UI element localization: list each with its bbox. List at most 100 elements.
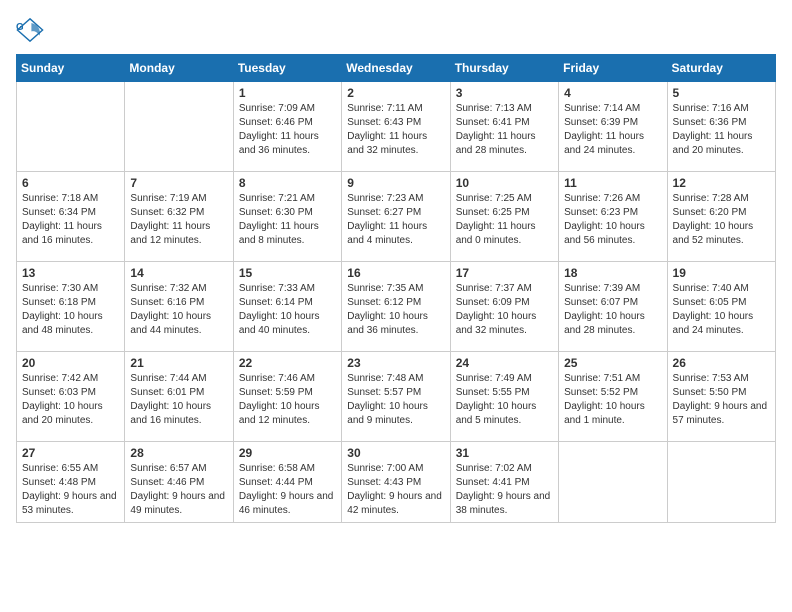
day-cell: 18 Sunrise: 7:39 AM Sunset: 6:07 PM Dayli… xyxy=(559,262,667,352)
day-number: 30 xyxy=(347,446,444,460)
day-info: Sunrise: 7:53 AM Sunset: 5:50 PM Dayligh… xyxy=(673,372,770,428)
day-number: 5 xyxy=(673,86,770,100)
day-number: 20 xyxy=(22,356,119,370)
day-cell: 11Sunrise: 7:26 AM Sunset: 6:23 PM Dayli… xyxy=(559,172,667,262)
day-info: Sunrise: 7:26 AM Sunset: 6:23 PM Dayligh… xyxy=(564,192,661,248)
day-cell: 4 Sunrise: 7:14 AM Sunset: 6:39 PM Daylig… xyxy=(559,82,667,172)
day-cell: 9Sunrise: 7:23 AM Sunset: 6:27 PM Daylig… xyxy=(342,172,450,262)
day-number: 1 xyxy=(239,86,336,100)
logo: G xyxy=(16,16,46,44)
day-cell xyxy=(667,442,775,523)
header-row: Sunday Monday Tuesday Wednesday Thursday… xyxy=(17,55,776,82)
day-cell: 26 Sunrise: 7:53 AM Sunset: 5:50 PM Dayli… xyxy=(667,352,775,442)
col-sunday: Sunday xyxy=(17,55,125,82)
day-info: Sunrise: 7:37 AM Sunset: 6:09 PM Dayligh… xyxy=(456,282,553,338)
day-cell: 21 Sunrise: 7:44 AM Sunset: 6:01 PM Dayli… xyxy=(125,352,233,442)
week-row-5: 27Sunrise: 6:55 AM Sunset: 4:48 PM Dayli… xyxy=(17,442,776,523)
day-info: Sunrise: 6:55 AM Sunset: 4:48 PM Dayligh… xyxy=(22,462,119,518)
col-wednesday: Wednesday xyxy=(342,55,450,82)
day-number: 24 xyxy=(456,356,553,370)
col-tuesday: Tuesday xyxy=(233,55,341,82)
day-cell: 7 Sunrise: 7:19 AM Sunset: 6:32 PM Daylig… xyxy=(125,172,233,262)
day-number: 28 xyxy=(130,446,227,460)
day-info: Sunrise: 7:18 AM Sunset: 6:34 PM Dayligh… xyxy=(22,192,119,248)
day-number: 15 xyxy=(239,266,336,280)
day-number: 22 xyxy=(239,356,336,370)
calendar-body: 1 Sunrise: 7:09 AM Sunset: 6:46 PM Daylig… xyxy=(17,82,776,523)
day-info: Sunrise: 7:35 AM Sunset: 6:12 PM Dayligh… xyxy=(347,282,444,338)
day-cell: 30Sunrise: 7:00 AM Sunset: 4:43 PM Dayli… xyxy=(342,442,450,523)
col-friday: Friday xyxy=(559,55,667,82)
day-number: 26 xyxy=(673,356,770,370)
day-cell: 14Sunrise: 7:32 AM Sunset: 6:16 PM Dayli… xyxy=(125,262,233,352)
day-cell: 29Sunrise: 6:58 AM Sunset: 4:44 PM Dayli… xyxy=(233,442,341,523)
day-info: Sunrise: 7:13 AM Sunset: 6:41 PM Dayligh… xyxy=(456,102,553,158)
day-cell: 5 Sunrise: 7:16 AM Sunset: 6:36 PM Daylig… xyxy=(667,82,775,172)
day-number: 16 xyxy=(347,266,444,280)
col-monday: Monday xyxy=(125,55,233,82)
logo-icon: G xyxy=(16,16,44,44)
day-cell: 24 Sunrise: 7:49 AM Sunset: 5:55 PM Dayli… xyxy=(450,352,558,442)
day-number: 13 xyxy=(22,266,119,280)
day-info: Sunrise: 7:02 AM Sunset: 4:41 PM Dayligh… xyxy=(456,462,553,518)
day-number: 12 xyxy=(673,176,770,190)
day-info: Sunrise: 7:49 AM Sunset: 5:55 PM Dayligh… xyxy=(456,372,553,428)
day-number: 8 xyxy=(239,176,336,190)
day-info: Sunrise: 7:51 AM Sunset: 5:52 PM Dayligh… xyxy=(564,372,661,428)
week-row-4: 20Sunrise: 7:42 AM Sunset: 6:03 PM Dayli… xyxy=(17,352,776,442)
day-number: 17 xyxy=(456,266,553,280)
day-cell: 31 Sunrise: 7:02 AM Sunset: 4:41 PM Dayli… xyxy=(450,442,558,523)
day-cell: 17 Sunrise: 7:37 AM Sunset: 6:09 PM Dayli… xyxy=(450,262,558,352)
day-number: 10 xyxy=(456,176,553,190)
col-thursday: Thursday xyxy=(450,55,558,82)
day-cell: 2 Sunrise: 7:11 AM Sunset: 6:43 PM Daylig… xyxy=(342,82,450,172)
day-info: Sunrise: 6:58 AM Sunset: 4:44 PM Dayligh… xyxy=(239,462,336,518)
day-cell: 19Sunrise: 7:40 AM Sunset: 6:05 PM Dayli… xyxy=(667,262,775,352)
week-row-1: 1 Sunrise: 7:09 AM Sunset: 6:46 PM Daylig… xyxy=(17,82,776,172)
day-info: Sunrise: 7:39 AM Sunset: 6:07 PM Dayligh… xyxy=(564,282,661,338)
day-info: Sunrise: 7:19 AM Sunset: 6:32 PM Dayligh… xyxy=(130,192,227,248)
day-cell: 3 Sunrise: 7:13 AM Sunset: 6:41 PM Daylig… xyxy=(450,82,558,172)
day-info: Sunrise: 7:21 AM Sunset: 6:30 PM Dayligh… xyxy=(239,192,336,248)
day-cell: 23Sunrise: 7:48 AM Sunset: 5:57 PM Dayli… xyxy=(342,352,450,442)
day-cell: 28 Sunrise: 6:57 AM Sunset: 4:46 PM Dayli… xyxy=(125,442,233,523)
day-info: Sunrise: 7:40 AM Sunset: 6:05 PM Dayligh… xyxy=(673,282,770,338)
day-cell: 1 Sunrise: 7:09 AM Sunset: 6:46 PM Daylig… xyxy=(233,82,341,172)
day-number: 9 xyxy=(347,176,444,190)
day-number: 6 xyxy=(22,176,119,190)
day-cell: 25 Sunrise: 7:51 AM Sunset: 5:52 PM Dayli… xyxy=(559,352,667,442)
day-number: 7 xyxy=(130,176,227,190)
day-info: Sunrise: 7:14 AM Sunset: 6:39 PM Dayligh… xyxy=(564,102,661,158)
day-number: 2 xyxy=(347,86,444,100)
day-info: Sunrise: 7:33 AM Sunset: 6:14 PM Dayligh… xyxy=(239,282,336,338)
day-number: 4 xyxy=(564,86,661,100)
day-cell: 27Sunrise: 6:55 AM Sunset: 4:48 PM Dayli… xyxy=(17,442,125,523)
day-info: Sunrise: 7:09 AM Sunset: 6:46 PM Dayligh… xyxy=(239,102,336,158)
day-cell xyxy=(17,82,125,172)
day-number: 21 xyxy=(130,356,227,370)
day-info: Sunrise: 6:57 AM Sunset: 4:46 PM Dayligh… xyxy=(130,462,227,518)
day-info: Sunrise: 7:46 AM Sunset: 5:59 PM Dayligh… xyxy=(239,372,336,428)
day-number: 18 xyxy=(564,266,661,280)
day-number: 14 xyxy=(130,266,227,280)
day-cell: 12 Sunrise: 7:28 AM Sunset: 6:20 PM Dayli… xyxy=(667,172,775,262)
day-number: 25 xyxy=(564,356,661,370)
day-info: Sunrise: 7:28 AM Sunset: 6:20 PM Dayligh… xyxy=(673,192,770,248)
day-info: Sunrise: 7:30 AM Sunset: 6:18 PM Dayligh… xyxy=(22,282,119,338)
calendar-table: Sunday Monday Tuesday Wednesday Thursday… xyxy=(16,54,776,523)
day-cell: 15 Sunrise: 7:33 AM Sunset: 6:14 PM Dayli… xyxy=(233,262,341,352)
day-info: Sunrise: 7:25 AM Sunset: 6:25 PM Dayligh… xyxy=(456,192,553,248)
day-info: Sunrise: 7:44 AM Sunset: 6:01 PM Dayligh… xyxy=(130,372,227,428)
day-info: Sunrise: 7:11 AM Sunset: 6:43 PM Dayligh… xyxy=(347,102,444,158)
day-info: Sunrise: 7:48 AM Sunset: 5:57 PM Dayligh… xyxy=(347,372,444,428)
week-row-3: 13 Sunrise: 7:30 AM Sunset: 6:18 PM Dayli… xyxy=(17,262,776,352)
day-cell: 20Sunrise: 7:42 AM Sunset: 6:03 PM Dayli… xyxy=(17,352,125,442)
day-info: Sunrise: 7:16 AM Sunset: 6:36 PM Dayligh… xyxy=(673,102,770,158)
col-saturday: Saturday xyxy=(667,55,775,82)
day-number: 3 xyxy=(456,86,553,100)
day-number: 31 xyxy=(456,446,553,460)
day-cell: 6 Sunrise: 7:18 AM Sunset: 6:34 PM Daylig… xyxy=(17,172,125,262)
day-cell xyxy=(125,82,233,172)
day-cell: 16 Sunrise: 7:35 AM Sunset: 6:12 PM Dayli… xyxy=(342,262,450,352)
day-cell xyxy=(559,442,667,523)
